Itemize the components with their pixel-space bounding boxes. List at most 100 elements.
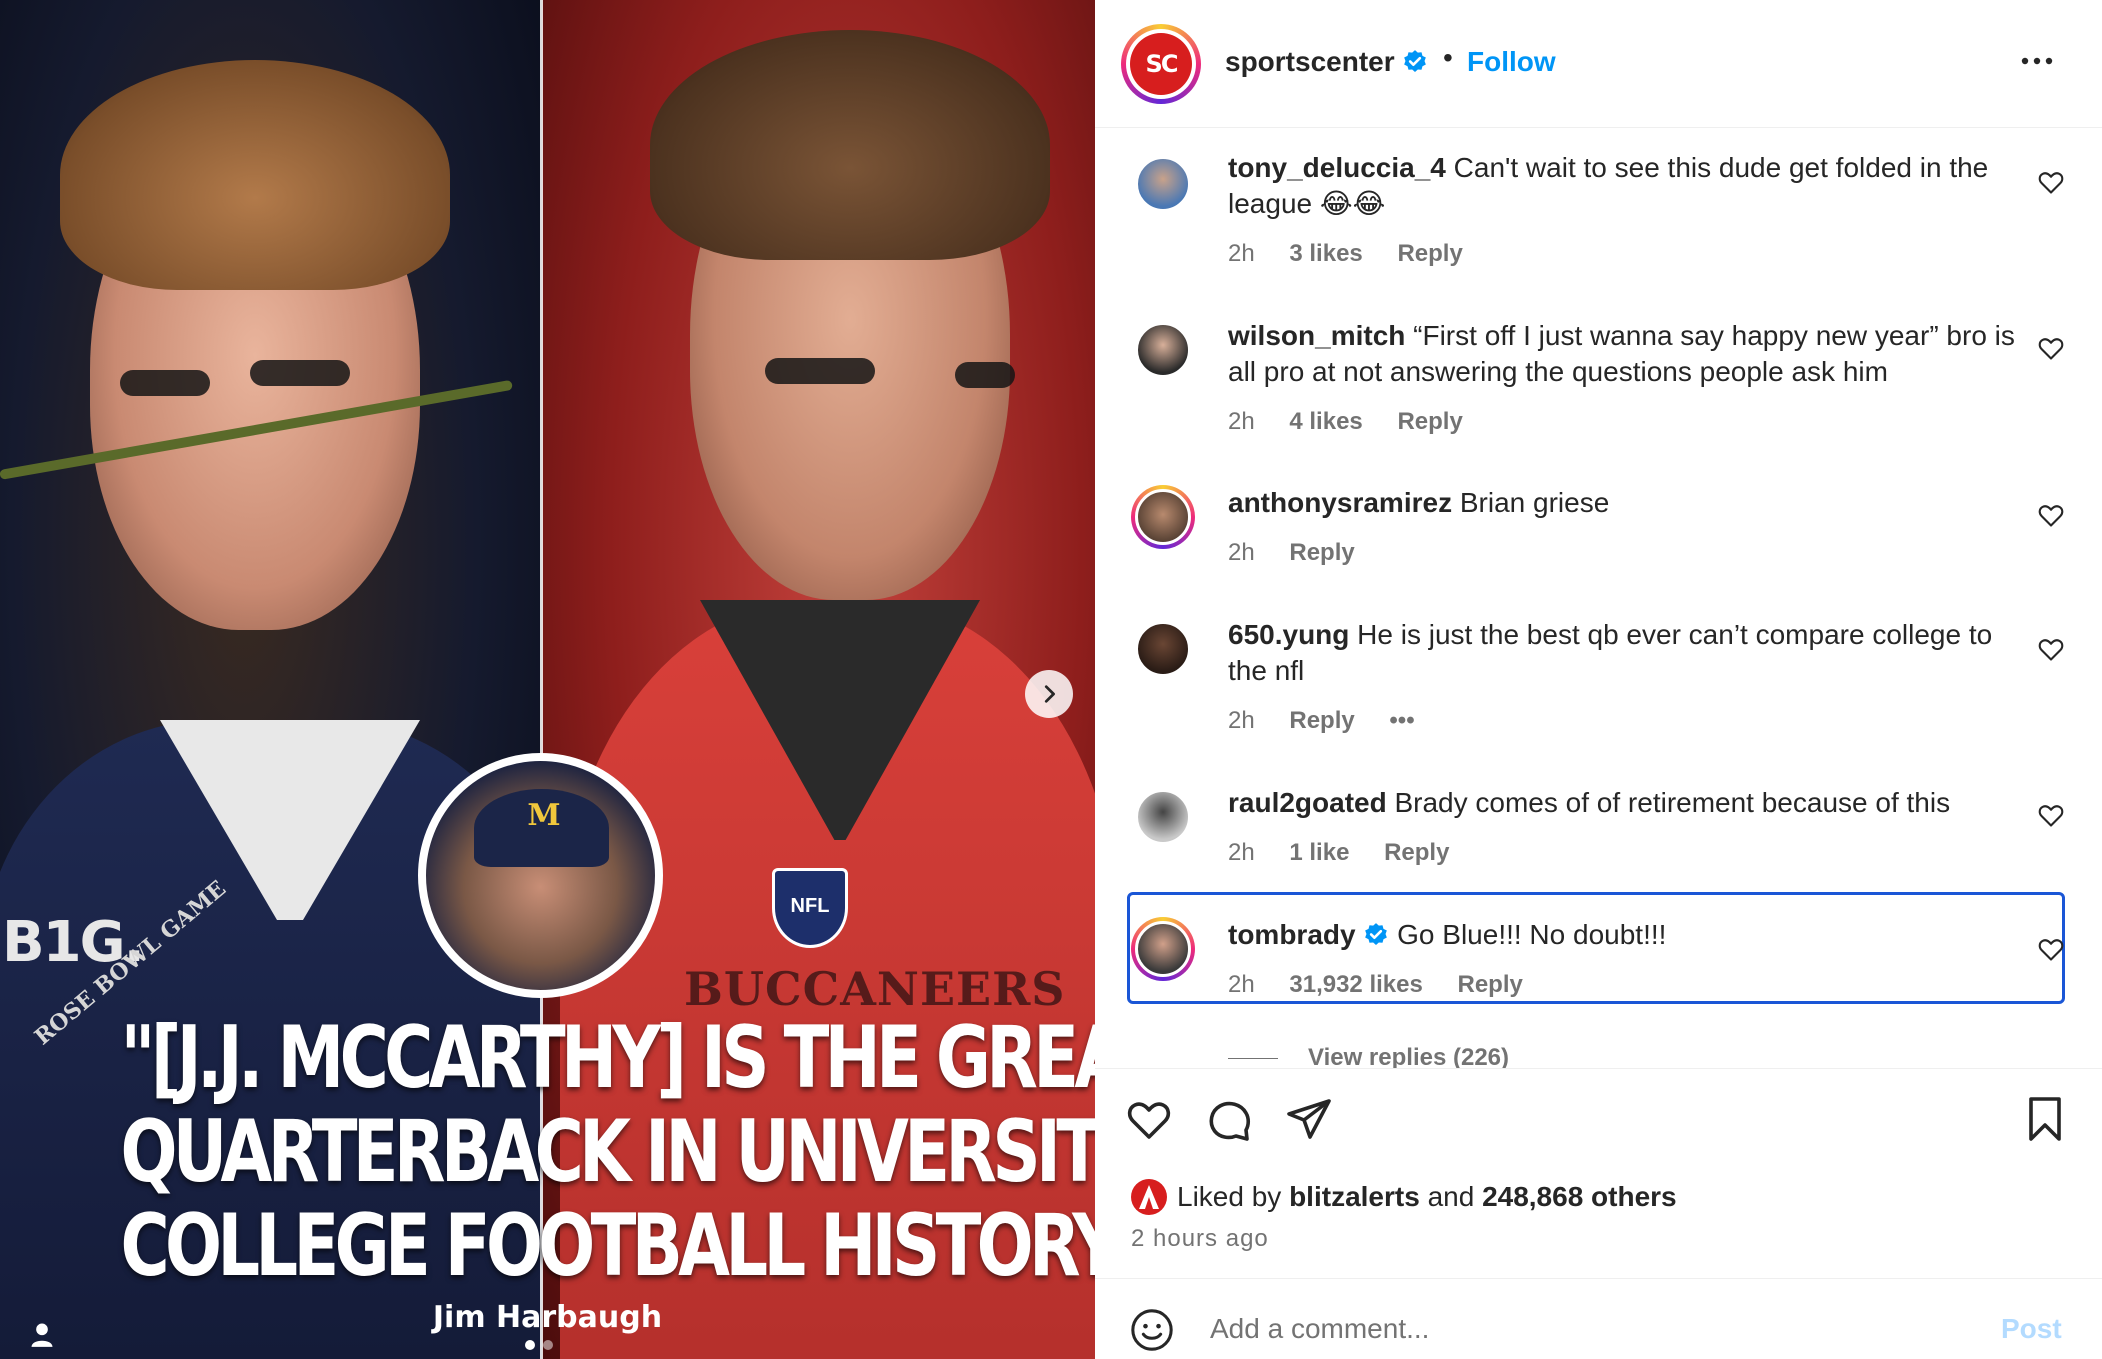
comment-username[interactable]: tony_deluccia_4 bbox=[1228, 152, 1446, 183]
bookmark-icon[interactable] bbox=[2021, 1095, 2069, 1143]
comment-likes[interactable]: 4 likes bbox=[1289, 408, 1362, 435]
eye-black-right bbox=[250, 360, 350, 386]
post-header: SC sportscenter • Follow bbox=[1095, 0, 2102, 128]
comment-username[interactable]: tombrady bbox=[1228, 919, 1356, 950]
emoji-icon[interactable] bbox=[1129, 1307, 1175, 1353]
comment-meta: 2h 31,932 likes Reply bbox=[1228, 971, 1551, 999]
heart-icon[interactable] bbox=[2037, 635, 2065, 663]
comment-meta: 2h 3 likes Reply bbox=[1228, 240, 1491, 268]
post-sidebar: SC sportscenter • Follow tony_deluccia_4 bbox=[1095, 0, 2102, 1359]
quote-line: "[J.J. MCCARTHY] IS THE GREATEST bbox=[120, 1008, 1095, 1108]
comment-time[interactable]: 2h bbox=[1228, 240, 1255, 267]
likes-count[interactable]: 248,868 others bbox=[1482, 1181, 1677, 1213]
avatar[interactable] bbox=[1131, 318, 1195, 382]
comment-time[interactable]: 2h bbox=[1228, 539, 1255, 566]
comment-meta: 2h 1 like Reply bbox=[1228, 839, 1477, 867]
sportscenter-logo: SC bbox=[1130, 33, 1192, 95]
avatar[interactable] bbox=[1131, 917, 1195, 981]
reply-button[interactable]: Reply bbox=[1289, 539, 1354, 566]
more-options-icon[interactable] bbox=[2015, 46, 2059, 76]
comment-username[interactable]: 650.yung bbox=[1228, 619, 1349, 650]
comment-likes[interactable]: 31,932 likes bbox=[1289, 971, 1422, 998]
comment-meta: 2h Reply ••• bbox=[1228, 707, 1443, 735]
comment-username[interactable]: raul2goated bbox=[1228, 787, 1387, 818]
heart-icon[interactable] bbox=[2037, 801, 2065, 829]
quote-line: QUARTERBACK IN UNIVERSITY OF MICHIGAN bbox=[120, 1102, 1095, 1202]
comment-input[interactable] bbox=[1208, 1305, 1912, 1353]
comment-likes[interactable]: 1 like bbox=[1289, 839, 1349, 866]
carousel-indicator bbox=[525, 1340, 553, 1350]
eye-black-left bbox=[765, 358, 875, 384]
heart-icon[interactable] bbox=[2037, 935, 2065, 963]
post-author[interactable]: sportscenter bbox=[1225, 46, 1428, 78]
comment-body: Brian griese bbox=[1459, 487, 1610, 518]
comment-body: Go Blue!!! No doubt!!! bbox=[1397, 919, 1667, 950]
avatar[interactable] bbox=[1131, 485, 1195, 549]
comment-text: tony_deluccia_4 Can't wait to see this d… bbox=[1228, 150, 2018, 222]
commenter-photo bbox=[1135, 621, 1191, 677]
comment-text: anthonysramirez Brian griese bbox=[1228, 485, 2018, 521]
post-timestamp[interactable]: 2 hours ago bbox=[1131, 1225, 1269, 1253]
comment-time[interactable]: 2h bbox=[1228, 839, 1255, 866]
follow-button[interactable]: Follow bbox=[1467, 46, 1556, 78]
verified-badge-icon bbox=[1365, 923, 1388, 945]
reply-button[interactable]: Reply bbox=[1397, 240, 1462, 267]
comment-time[interactable]: 2h bbox=[1228, 707, 1255, 734]
heart-icon[interactable] bbox=[2037, 501, 2065, 529]
commenter-photo bbox=[1135, 322, 1191, 378]
comment-text: 650.yung He is just the best qb ever can… bbox=[1228, 617, 2018, 689]
user-tag-icon[interactable] bbox=[28, 1320, 56, 1348]
commenter-photo bbox=[1135, 789, 1191, 845]
liker-avatar[interactable] bbox=[1131, 1179, 1167, 1215]
comment-likes[interactable]: 3 likes bbox=[1289, 240, 1362, 267]
comment-time[interactable]: 2h bbox=[1228, 971, 1255, 998]
comment-text: tombrady Go Blue!!! No doubt!!! bbox=[1228, 917, 2018, 953]
reply-button[interactable]: Reply bbox=[1289, 707, 1354, 734]
likes-summary: Liked by blitzalerts and 248,868 others bbox=[1131, 1179, 1677, 1215]
heart-icon[interactable] bbox=[2037, 334, 2065, 362]
share-icon[interactable] bbox=[1285, 1095, 1333, 1143]
comment-time[interactable]: 2h bbox=[1228, 408, 1255, 435]
reply-button[interactable]: Reply bbox=[1384, 839, 1449, 866]
view-replies-label[interactable]: View replies (226) bbox=[1308, 1044, 1509, 1068]
comments-list[interactable]: tony_deluccia_4 Can't wait to see this d… bbox=[1095, 128, 2102, 1068]
avatar[interactable] bbox=[1131, 785, 1195, 849]
commenter-photo bbox=[1135, 156, 1191, 212]
quote-line: COLLEGE FOOTBALL HISTORY." bbox=[120, 1196, 1095, 1296]
view-replies-button[interactable]: View replies (226) bbox=[1228, 1044, 1509, 1068]
heart-icon[interactable] bbox=[2037, 168, 2065, 196]
like-heart-icon[interactable] bbox=[1125, 1095, 1173, 1143]
comment-username[interactable]: wilson_mitch bbox=[1228, 320, 1405, 351]
carousel-dot bbox=[543, 1340, 553, 1350]
comment-composer: Post bbox=[1095, 1278, 2102, 1359]
jim-harbaugh-inset: M bbox=[418, 753, 663, 998]
comment-meta: 2h Reply bbox=[1228, 539, 1383, 567]
liker-username[interactable]: blitzalerts bbox=[1289, 1181, 1420, 1213]
comment-icon[interactable] bbox=[1205, 1095, 1253, 1143]
carousel-dot bbox=[525, 1340, 535, 1350]
comment-body: Brady comes of of retirement because of … bbox=[1394, 787, 1951, 818]
quote-author: Jim Harbaugh bbox=[432, 1300, 663, 1335]
avatar[interactable] bbox=[1131, 617, 1195, 681]
carousel-next-button[interactable] bbox=[1025, 670, 1073, 718]
comment-meta: 2h 4 likes Reply bbox=[1228, 408, 1491, 436]
comment-text: raul2goated Brady comes of of retirement… bbox=[1228, 785, 2018, 821]
post-comment-button[interactable]: Post bbox=[2001, 1313, 2062, 1345]
likes-prefix: Liked by bbox=[1177, 1181, 1282, 1212]
jj-mccarthy-hair bbox=[60, 60, 450, 290]
avatar[interactable] bbox=[1131, 152, 1195, 216]
comment-text: wilson_mitch “First off I just wanna say… bbox=[1228, 318, 2018, 390]
comment-username[interactable]: anthonysramirez bbox=[1228, 487, 1452, 518]
separator-dot: • bbox=[1443, 42, 1453, 73]
commenter-photo bbox=[1135, 489, 1191, 545]
tom-brady-hair bbox=[650, 30, 1050, 260]
chevron-right-icon bbox=[1044, 685, 1055, 703]
avatar[interactable]: SC bbox=[1121, 24, 1201, 104]
username[interactable]: sportscenter bbox=[1225, 46, 1395, 77]
reply-button[interactable]: Reply bbox=[1397, 408, 1462, 435]
quote-text: "[J.J. MCCARTHY] IS THE GREATEST QUARTER… bbox=[120, 1008, 1095, 1297]
view-replies-line bbox=[1228, 1058, 1278, 1060]
comment-more-options[interactable]: ••• bbox=[1389, 707, 1414, 734]
reply-button[interactable]: Reply bbox=[1458, 971, 1523, 998]
post-media[interactable]: B1G. ROSE BOWL GAME NFL BUCCANEERS M "[J… bbox=[0, 0, 1095, 1359]
